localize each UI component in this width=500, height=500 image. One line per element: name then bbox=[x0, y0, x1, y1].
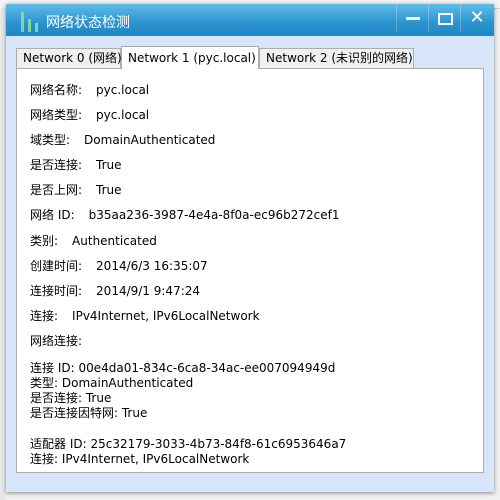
field-network-id: 网络 ID: b35aa236-3987-4e4a-8f0a-ec96b272ce… bbox=[30, 208, 340, 222]
field-is-internet: 是否上网: True bbox=[30, 183, 122, 197]
network-status-window: 网络状态检测 ✕ Network 0 (网络) Network 1 (pyc.l… bbox=[6, 4, 494, 492]
field-network-connections: 网络连接: bbox=[30, 334, 83, 348]
tab-network-1[interactable]: Network 1 (pyc.local) bbox=[121, 46, 259, 69]
close-button[interactable]: ✕ bbox=[460, 4, 493, 32]
field-network-type: 网络类型: pyc.local bbox=[30, 108, 150, 122]
tab-network-0[interactable]: Network 0 (网络) bbox=[16, 48, 122, 68]
minimize-button[interactable] bbox=[396, 4, 429, 32]
connection-is-internet: 是否连接因特网: True bbox=[30, 406, 148, 420]
field-category: 类别: Authenticated bbox=[30, 234, 157, 248]
field-created-time: 创建时间: 2014/6/3 16:35:07 bbox=[30, 259, 208, 273]
field-connectivity: 连接: IPv4Internet, IPv6LocalNetwork bbox=[30, 309, 260, 323]
connection-id: 连接 ID: 00e4da01-834c-6ca8-34ac-ee0070949… bbox=[30, 361, 336, 375]
network-details-panel: 网络名称: pyc.local 网络类型: pyc.local 域类型: Domain… bbox=[16, 68, 484, 473]
title-bar[interactable]: 网络状态检测 ✕ bbox=[6, 4, 494, 36]
window-title: 网络状态检测 bbox=[46, 15, 130, 31]
connection-type: 类型: DomainAuthenticated bbox=[30, 376, 194, 390]
field-is-connected: 是否连接: True bbox=[30, 158, 122, 172]
maximize-icon bbox=[437, 12, 453, 25]
field-domain-type: 域类型: DomainAuthenticated bbox=[30, 133, 216, 147]
connection-details: 连接 ID: 00e4da01-834c-6ca8-34ac-ee0070949… bbox=[30, 361, 335, 421]
tab-network-2[interactable]: Network 2 (未识别的网络) bbox=[259, 48, 414, 68]
adapter-connectivity: 连接: IPv4Internet, IPv6LocalNetwork bbox=[30, 452, 250, 466]
minimize-icon bbox=[406, 17, 420, 20]
maximize-button[interactable] bbox=[428, 4, 461, 32]
field-connected-time: 连接时间: 2014/9/1 9:47:24 bbox=[30, 284, 201, 298]
app-signal-icon bbox=[18, 10, 42, 32]
adapter-details: 适配器 ID: 25c32179-3033-4b73-84f8-61c69536… bbox=[30, 437, 346, 467]
close-icon: ✕ bbox=[469, 7, 485, 28]
field-network-name: 网络名称: pyc.local bbox=[30, 83, 150, 97]
adapter-id: 适配器 ID: 25c32179-3033-4b73-84f8-61c69536… bbox=[30, 437, 347, 451]
connection-is-connected: 是否连接: True bbox=[30, 391, 112, 405]
